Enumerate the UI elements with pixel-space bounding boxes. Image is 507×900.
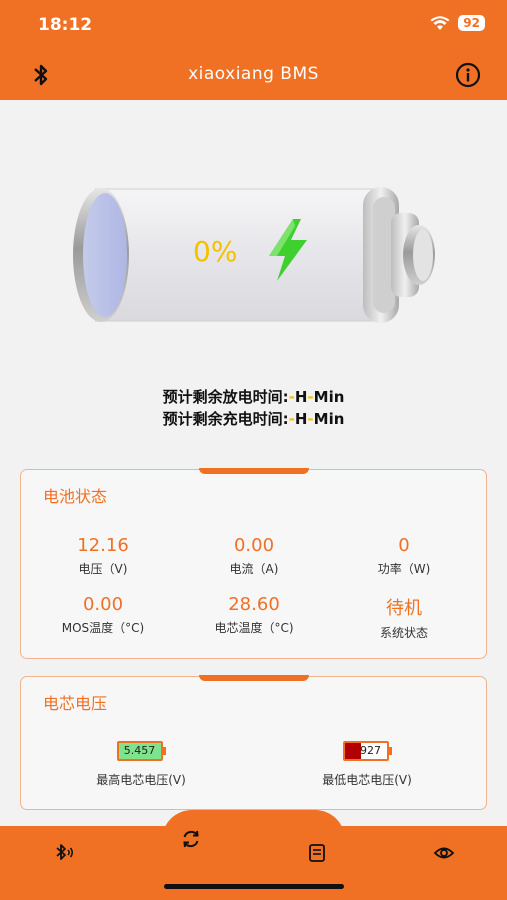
card-title: 电芯电压	[43, 694, 108, 713]
discharge-min: Min	[313, 388, 345, 406]
app-header: xiaoxiang BMS	[0, 52, 507, 100]
charge-min: Min	[313, 410, 345, 428]
cell-temp-stat: 28.60 电芯温度（°C)	[184, 594, 324, 636]
card-title: 电池状态	[43, 487, 108, 506]
document-icon[interactable]	[306, 842, 328, 864]
min-cell-battery: 927	[342, 741, 389, 761]
bluetooth-icon[interactable]	[52, 842, 74, 864]
card-tab-marker	[199, 675, 309, 681]
app-title: xiaoxiang BMS	[188, 64, 319, 84]
eye-icon[interactable]	[433, 842, 455, 864]
discharge-label: 预计剩余放电时间:	[162, 388, 289, 406]
charge-label: 预计剩余充电时间:	[162, 410, 289, 428]
current-stat: 0.00 电流（A)	[184, 535, 324, 577]
system-status-value: 待机	[386, 598, 422, 619]
voltage-label: 电压（V)	[78, 562, 128, 576]
power-value: 0	[398, 535, 410, 556]
cell-voltage-card: 电芯电压 5.457 最高电芯电压(V) 927 最低电芯电压(V)	[20, 675, 487, 810]
battery-status-card: 电池状态 12.16 电压（V) 0.00 电流（A) 0 功率（W) 0.00…	[20, 468, 487, 659]
cell-battery-cap	[388, 747, 392, 755]
cell-battery-icon: 5.457	[116, 741, 166, 761]
home-indicator	[164, 884, 344, 889]
current-value: 0.00	[233, 535, 275, 556]
min-cell-value: 927	[360, 744, 381, 757]
cell-battery-icon: 927	[342, 741, 392, 761]
mos-temp-stat: 0.00 MOS温度（°C)	[33, 594, 173, 636]
battery-percent: 0%	[193, 235, 238, 268]
min-cell-voltage: 927 最低电芯电压(V)	[287, 739, 447, 788]
status-bar: 18:12 92	[0, 0, 507, 52]
cell-battery-cap	[162, 747, 166, 755]
status-time: 18:12	[38, 15, 93, 35]
voltage-value: 12.16	[77, 535, 129, 556]
cell-temp-value: 28.60	[228, 594, 280, 615]
system-status-label: 系统状态	[379, 626, 428, 640]
info-icon[interactable]	[455, 62, 481, 88]
battery-level: 92	[458, 15, 485, 31]
voltage-stat: 12.16 电压（V)	[33, 535, 173, 577]
discharge-time-row: 预计剩余放电时间:-H-Min	[0, 386, 507, 408]
power-stat: 0 功率（W)	[334, 535, 474, 577]
wifi-icon	[430, 15, 450, 30]
mos-temp-value: 0.00	[82, 594, 124, 615]
charge-time-row: 预计剩余充电时间:-H-Min	[0, 408, 507, 430]
charge-h: H	[294, 410, 308, 428]
max-cell-label: 最高电芯电压(V)	[96, 773, 186, 787]
remaining-time: 预计剩余放电时间:-H-Min 预计剩余充电时间:-H-Min	[0, 386, 507, 430]
card-tab-marker	[199, 468, 309, 474]
discharge-h: H	[294, 388, 308, 406]
refresh-icon[interactable]	[180, 828, 202, 850]
power-label: 功率（W)	[377, 562, 431, 576]
mos-temp-label: MOS温度（°C)	[61, 621, 145, 635]
max-cell-value: 5.457	[116, 741, 163, 761]
cell-temp-label: 电芯温度（°C)	[214, 621, 294, 635]
min-cell-label: 最低电芯电压(V)	[322, 773, 412, 787]
status-icons: 92	[430, 15, 485, 31]
system-status-stat: 待机 系统状态	[334, 594, 474, 641]
battery-graphic: 0%	[73, 183, 438, 329]
lightning-bolt-icon	[269, 219, 307, 281]
battery-body	[73, 187, 435, 323]
max-cell-voltage: 5.457 最高电芯电压(V)	[61, 739, 221, 788]
current-label: 电流（A)	[229, 562, 279, 576]
